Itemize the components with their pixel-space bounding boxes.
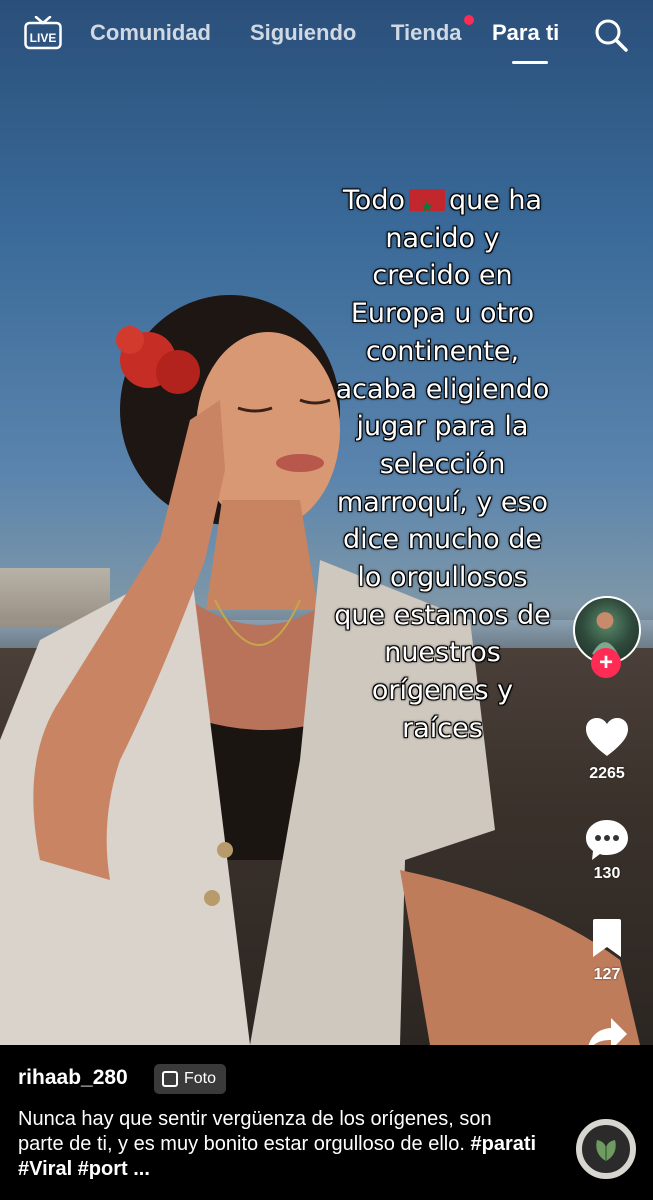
caption-text: Nunca hay que sentir vergüenza de los or… [18, 1108, 492, 1155]
bookmark-icon[interactable] [590, 918, 624, 958]
post-type-badge: Foto [154, 1064, 227, 1094]
overlay-line: orígenes y [371, 675, 514, 707]
tab-para-ti[interactable]: Para ti [492, 20, 559, 46]
photo-overlay-text: Todoque ha nacido y crecido en Europa u … [320, 182, 565, 748]
top-navigation: LIVE Comunidad Siguiendo Tienda Para ti [0, 0, 653, 72]
leaf-icon [596, 1140, 616, 1161]
post-type-label: Foto [184, 1070, 217, 1087]
overlay-line: nuestros [384, 637, 501, 669]
comment-bubble-icon[interactable] [584, 818, 630, 862]
live-icon[interactable]: LIVE [24, 16, 62, 50]
overlay-line: Todo que ha [320, 182, 565, 226]
notification-dot [464, 15, 474, 25]
comment-count: 130 [593, 865, 621, 882]
overlay-line: acaba eligiendo [335, 373, 550, 405]
overlay-line: jugar para la [356, 411, 529, 443]
overlay-line: dice mucho de [343, 524, 542, 556]
follow-plus-icon[interactable]: + [591, 648, 621, 678]
morocco-flag-icon [408, 188, 445, 226]
overlay-word-todo: Todo [342, 185, 405, 216]
save-count: 127 [593, 966, 621, 983]
tab-tienda[interactable]: Tienda [391, 20, 462, 46]
tab-siguiendo[interactable]: Siguiendo [250, 20, 356, 46]
creator-username[interactable]: rihaab_280 [18, 1066, 128, 1090]
like-count: 2265 [589, 765, 625, 782]
search-icon[interactable] [593, 17, 629, 53]
overlay-line: selección [379, 448, 506, 480]
live-label: LIVE [30, 31, 57, 45]
overlay-line: continente, [365, 335, 520, 367]
overlay-line: crecido en [372, 260, 513, 292]
overlay-word-que-ha: que ha [448, 185, 543, 216]
overlay-line: marroquí, y eso [336, 486, 549, 518]
photo-icon [162, 1071, 178, 1087]
active-tab-indicator [512, 61, 548, 64]
post-caption[interactable]: Nunca hay que sentir vergüenza de los or… [18, 1107, 538, 1182]
tab-comunidad[interactable]: Comunidad [90, 20, 211, 46]
overlay-line: lo orgullosos [357, 562, 528, 594]
overlay-line: raíces [402, 712, 483, 744]
music-disc-icon[interactable] [576, 1119, 636, 1179]
overlay-line: Europa u otro [350, 298, 535, 330]
overlay-line: que estamos de [334, 599, 551, 631]
like-heart-icon[interactable] [584, 716, 630, 758]
